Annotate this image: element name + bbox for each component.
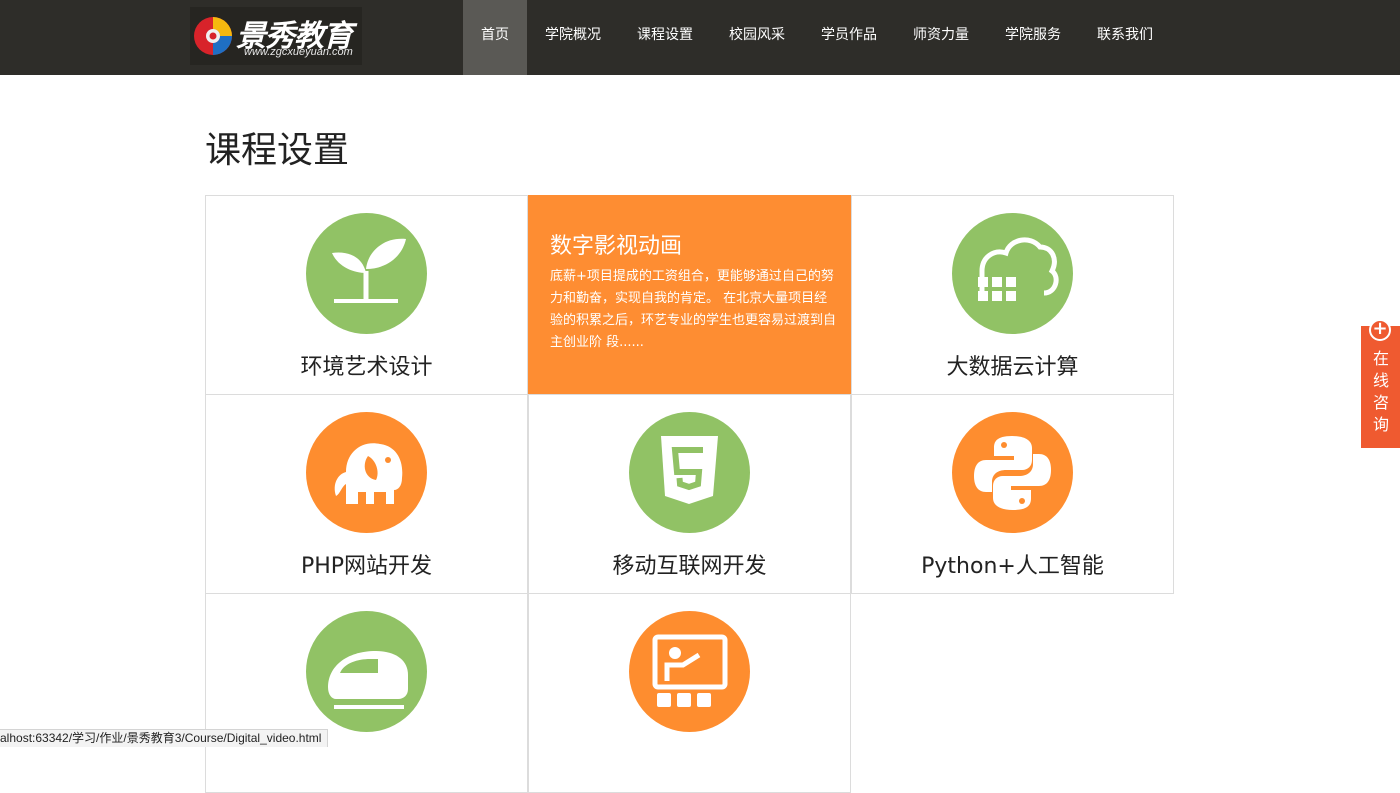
course-label: 移动互联网开发 (612, 554, 767, 579)
course-icon-circle (629, 611, 750, 732)
python-icon (974, 436, 1051, 510)
course-label: PHP网站开发 (300, 554, 433, 579)
course-icon-circle (306, 412, 427, 533)
course-card-php[interactable]: PHP网站开发 (205, 394, 528, 594)
course-icon-circle (629, 412, 750, 533)
site-logo[interactable]: 景秀教育 www.zgcxueyuan.com (190, 7, 362, 65)
top-navigation-bar: 景秀教育 www.zgcxueyuan.com 首页 学院概况 课程设置 校园风… (0, 0, 1400, 75)
page-title: 课程设置 (205, 130, 350, 171)
train-icon (328, 651, 408, 709)
logo-url: www.zgcxueyuan.com (244, 46, 353, 58)
nav-courses[interactable]: 课程设置 (619, 0, 711, 75)
course-card-train[interactable] (205, 593, 528, 793)
nav-home[interactable]: 首页 (463, 0, 527, 75)
course-icon-circle (306, 213, 427, 334)
nav-campus[interactable]: 校园风采 (711, 0, 803, 75)
cloud-data-icon (978, 237, 1059, 301)
course-icon-circle (952, 412, 1073, 533)
course-card-environment-art[interactable]: 环境艺术设计 (205, 195, 528, 395)
course-label: 环境艺术设计 (300, 355, 433, 380)
logo-swirl-icon (194, 17, 232, 55)
browser-status-url: alhost:63342/学习/作业/景秀教育3/Course/Digital_… (0, 729, 329, 747)
course-card-python[interactable]: Python+人工智能 (851, 394, 1174, 594)
teacher-icon (652, 634, 728, 707)
nav-about[interactable]: 学院概况 (527, 0, 619, 75)
course-hover-description: 底薪+项目提成的工资组合，更能够通过自己的努力和勤奋，实现自我的肯定。 在北京大… (550, 269, 837, 350)
course-card-big-data[interactable]: 大数据云计算 (851, 195, 1174, 395)
course-card-teacher[interactable] (528, 593, 851, 793)
course-icon-circle (306, 611, 427, 732)
course-label: Python+人工智能 (921, 554, 1104, 579)
course-hover-title: 数字影视动画 (550, 234, 683, 259)
html5-icon (661, 436, 718, 504)
online-consult-button[interactable]: + 在线咨询 (1361, 319, 1400, 448)
nav-student-works[interactable]: 学员作品 (803, 0, 895, 75)
course-label: 大数据云计算 (946, 355, 1079, 380)
sprout-icon (332, 238, 406, 303)
nav-faculty[interactable]: 师资力量 (895, 0, 987, 75)
elephant-icon (334, 443, 403, 504)
nav-contact[interactable]: 联系我们 (1079, 0, 1171, 75)
course-card-mobile[interactable]: 移动互联网开发 (528, 394, 851, 594)
course-icon-circle (952, 213, 1073, 334)
nav-services[interactable]: 学院服务 (987, 0, 1079, 75)
main-nav: 首页 学院概况 课程设置 校园风采 学员作品 师资力量 学院服务 联系我们 (463, 0, 1171, 75)
plus-icon: + (1369, 319, 1391, 341)
online-consult-label: 在线咨询 (1372, 349, 1389, 434)
course-card-digital-animation[interactable]: 数字影视动画 底薪+项目提成的工资组合，更能够通过自己的努力和勤奋，实现自我的肯… (528, 195, 851, 395)
